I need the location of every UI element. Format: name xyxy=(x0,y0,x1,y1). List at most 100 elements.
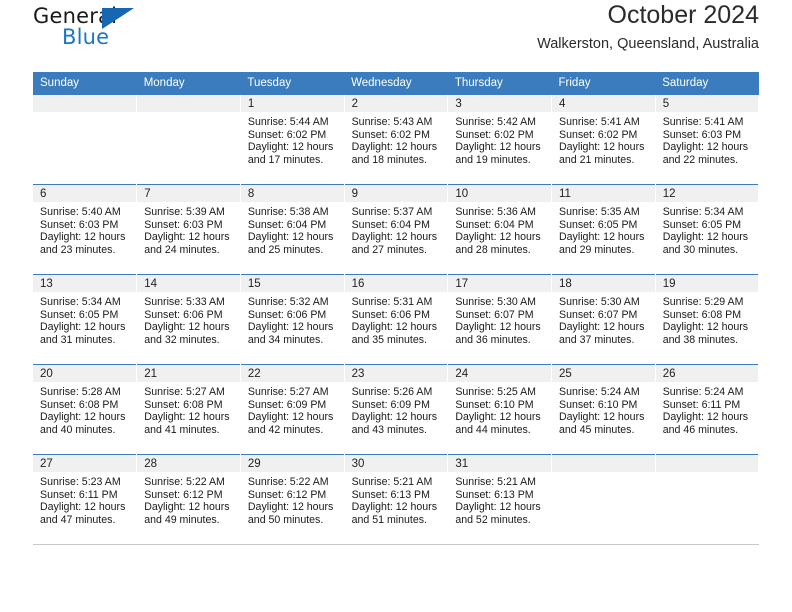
calendar-day-cell[interactable]: 23 Sunrise: 5:26 AM Sunset: 6:09 PM Dayligh… xyxy=(344,364,448,455)
calendar-day-cell[interactable]: 11 Sunrise: 5:35 AM Sunset: 6:05 PM Dayligh… xyxy=(551,184,656,275)
day-detail-line: Sunset: 6:05 PM xyxy=(559,218,638,231)
calendar-day-cell[interactable]: 2 Sunrise: 5:43 AM Sunset: 6:02 PM Daylight… xyxy=(344,94,448,185)
calendar-week-row: 6 Sunrise: 5:40 AM Sunset: 6:03 PM Daylight… xyxy=(33,184,759,275)
day-detail-line: and 23 minutes. xyxy=(40,243,116,256)
calendar-day-cell[interactable]: 12 Sunrise: 5:34 AM Sunset: 6:05 PM Dayligh… xyxy=(655,184,759,275)
day-detail-line: Daylight: 12 hours xyxy=(455,141,541,154)
day-detail-line: Sunrise: 5:33 AM xyxy=(144,296,225,308)
calendar-day-cell[interactable]: 13 Sunrise: 5:34 AM Sunset: 6:05 PM Dayligh… xyxy=(33,274,137,365)
calendar-day-cell[interactable]: 30 Sunrise: 5:21 AM Sunset: 6:13 PM Dayligh… xyxy=(344,454,448,545)
calendar-page: General Blue October 2024 Walkerston, Qu… xyxy=(0,0,792,612)
calendar-day-cell[interactable]: 17 Sunrise: 5:30 AM Sunset: 6:07 PM Dayligh… xyxy=(447,274,552,365)
day-detail-line: Daylight: 12 hours xyxy=(351,231,437,244)
calendar-day-cell[interactable]: 28 Sunrise: 5:22 AM Sunset: 6:12 PM Dayligh… xyxy=(136,454,241,545)
day-details: Sunrise: 5:41 AM Sunset: 6:02 PM Daylight:… xyxy=(552,112,654,166)
calendar-day-cell[interactable]: 29 Sunrise: 5:22 AM Sunset: 6:12 PM Dayligh… xyxy=(240,454,345,545)
day-detail-line: and 50 minutes. xyxy=(247,513,324,526)
day-number: 4 xyxy=(552,95,655,112)
day-number: 27 xyxy=(33,455,136,472)
calendar-day-cell[interactable]: 8 Sunrise: 5:38 AM Sunset: 6:04 PM Daylight… xyxy=(240,184,345,275)
day-number: 28 xyxy=(137,455,240,472)
day-number: 19 xyxy=(655,275,758,292)
day-detail-line: Sunset: 6:04 PM xyxy=(247,218,327,231)
day-number: 11 xyxy=(552,185,655,202)
calendar-day-cell[interactable]: 7 Sunrise: 5:39 AM Sunset: 6:03 PM Daylight… xyxy=(136,184,241,275)
day-detail-line: and 22 minutes. xyxy=(662,153,739,166)
day-details xyxy=(137,112,240,116)
day-number: 7 xyxy=(137,185,240,202)
day-number xyxy=(552,455,655,472)
day-detail-line: Sunrise: 5:37 AM xyxy=(351,206,433,218)
calendar-day-cell[interactable]: 14 Sunrise: 5:33 AM Sunset: 6:06 PM Dayligh… xyxy=(136,274,241,365)
day-number: 18 xyxy=(552,275,655,292)
calendar-day-cell[interactable]: 27 Sunrise: 5:23 AM Sunset: 6:11 PM Dayligh… xyxy=(33,454,137,545)
page-header: General Blue October 2024 Walkerston, Qu… xyxy=(33,0,759,72)
day-detail-line: Sunset: 6:11 PM xyxy=(40,488,118,501)
calendar-cell-empty xyxy=(655,454,759,545)
calendar-day-cell[interactable]: 25 Sunrise: 5:24 AM Sunset: 6:10 PM Dayligh… xyxy=(551,364,656,455)
calendar-day-cell[interactable]: 22 Sunrise: 5:27 AM Sunset: 6:09 PM Dayligh… xyxy=(240,364,345,455)
day-number: 9 xyxy=(344,185,447,202)
day-number: 5 xyxy=(655,95,758,112)
day-number: 17 xyxy=(448,275,551,292)
calendar-day-cell[interactable]: 18 Sunrise: 5:30 AM Sunset: 6:07 PM Dayligh… xyxy=(551,274,656,365)
day-detail-line: and 40 minutes. xyxy=(40,423,116,436)
day-details: Sunrise: 5:24 AM Sunset: 6:11 PM Daylight:… xyxy=(656,382,758,436)
day-detail-line: Sunrise: 5:25 AM xyxy=(455,386,536,398)
day-number: 10 xyxy=(448,185,551,202)
day-number: 2 xyxy=(344,95,447,112)
day-detail-line: Sunset: 6:06 PM xyxy=(351,308,430,321)
calendar-day-cell[interactable]: 16 Sunrise: 5:31 AM Sunset: 6:06 PM Dayligh… xyxy=(344,274,448,365)
calendar-day-cell[interactable]: 6 Sunrise: 5:40 AM Sunset: 6:03 PM Daylight… xyxy=(33,184,137,275)
day-detail-line: Sunrise: 5:28 AM xyxy=(40,386,121,398)
day-detail-line: and 27 minutes. xyxy=(351,243,427,256)
day-detail-line: Sunset: 6:09 PM xyxy=(247,398,327,411)
calendar-day-cell[interactable]: 1 Sunrise: 5:44 AM Sunset: 6:02 PM Daylight… xyxy=(240,94,345,185)
day-detail-line: Sunrise: 5:24 AM xyxy=(559,386,640,398)
day-details: Sunrise: 5:39 AM Sunset: 6:03 PM Daylight:… xyxy=(137,202,239,256)
day-detail-line: and 41 minutes. xyxy=(144,423,220,436)
calendar-week-row: 1 Sunrise: 5:44 AM Sunset: 6:02 PM Daylight… xyxy=(33,94,759,185)
day-details: Sunrise: 5:25 AM Sunset: 6:10 PM Daylight:… xyxy=(448,382,550,436)
day-detail-line: and 45 minutes. xyxy=(559,423,635,436)
calendar-day-cell[interactable]: 21 Sunrise: 5:27 AM Sunset: 6:08 PM Dayligh… xyxy=(136,364,241,455)
calendar-day-cell[interactable]: 15 Sunrise: 5:32 AM Sunset: 6:06 PM Dayligh… xyxy=(240,274,345,365)
general-blue-logo[interactable]: General Blue xyxy=(33,6,153,62)
day-detail-line: Daylight: 12 hours xyxy=(455,501,541,514)
calendar-cell-empty xyxy=(551,454,656,545)
day-number xyxy=(655,455,758,472)
day-detail-line: Sunset: 6:12 PM xyxy=(247,488,327,501)
calendar-day-cell[interactable]: 10 Sunrise: 5:36 AM Sunset: 6:04 PM Dayligh… xyxy=(447,184,552,275)
day-detail-line: and 38 minutes. xyxy=(662,333,739,346)
logo-text-blue: Blue xyxy=(62,25,110,49)
day-number: 8 xyxy=(240,185,344,202)
day-details: Sunrise: 5:30 AM Sunset: 6:07 PM Daylight:… xyxy=(552,292,654,346)
day-detail-line: Sunset: 6:03 PM xyxy=(40,218,119,231)
day-detail-line: Sunrise: 5:23 AM xyxy=(40,476,121,488)
calendar-day-cell[interactable]: 24 Sunrise: 5:25 AM Sunset: 6:10 PM Dayligh… xyxy=(447,364,552,455)
day-detail-line: Daylight: 12 hours xyxy=(559,141,645,154)
day-detail-line: Daylight: 12 hours xyxy=(247,321,334,334)
day-detail-line: and 47 minutes. xyxy=(40,513,116,526)
calendar-day-cell[interactable]: 5 Sunrise: 5:41 AM Sunset: 6:03 PM Daylight… xyxy=(655,94,759,185)
calendar-day-cell[interactable]: 20 Sunrise: 5:28 AM Sunset: 6:08 PM Dayligh… xyxy=(33,364,137,455)
calendar-day-cell[interactable]: 9 Sunrise: 5:37 AM Sunset: 6:04 PM Daylight… xyxy=(344,184,448,275)
day-detail-line: Daylight: 12 hours xyxy=(40,231,126,244)
day-detail-line: Daylight: 12 hours xyxy=(662,231,749,244)
day-number: 14 xyxy=(137,275,240,292)
calendar-day-cell[interactable]: 26 Sunrise: 5:24 AM Sunset: 6:11 PM Dayligh… xyxy=(655,364,759,455)
day-details: Sunrise: 5:22 AM Sunset: 6:12 PM Daylight:… xyxy=(137,472,239,526)
day-number: 22 xyxy=(240,365,344,382)
day-details: Sunrise: 5:27 AM Sunset: 6:08 PM Daylight:… xyxy=(137,382,239,436)
day-detail-line: Daylight: 12 hours xyxy=(247,411,334,424)
calendar-day-cell[interactable]: 19 Sunrise: 5:29 AM Sunset: 6:08 PM Dayligh… xyxy=(655,274,759,365)
calendar-day-cell[interactable]: 4 Sunrise: 5:41 AM Sunset: 6:02 PM Daylight… xyxy=(551,94,656,185)
day-detail-line: Sunset: 6:08 PM xyxy=(662,308,742,321)
calendar-day-cell[interactable]: 3 Sunrise: 5:42 AM Sunset: 6:02 PM Daylight… xyxy=(447,94,552,185)
day-number: 26 xyxy=(655,365,758,382)
day-number: 1 xyxy=(240,95,344,112)
day-details: Sunrise: 5:27 AM Sunset: 6:09 PM Daylight:… xyxy=(241,382,343,436)
day-detail-line: Daylight: 12 hours xyxy=(662,321,749,334)
calendar-day-cell[interactable]: 31 Sunrise: 5:21 AM Sunset: 6:13 PM Dayligh… xyxy=(447,454,552,545)
day-number: 3 xyxy=(448,95,551,112)
